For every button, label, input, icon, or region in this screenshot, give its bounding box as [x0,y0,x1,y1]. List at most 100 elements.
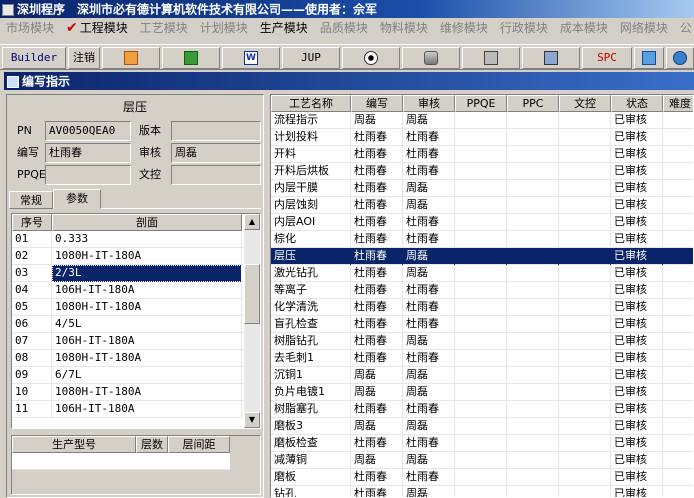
table-cell[interactable]: 已审核 [611,316,663,333]
table-cell[interactable] [507,486,559,497]
menu-item-2[interactable]: 工艺模块 [134,18,194,38]
menu-item-3[interactable]: 计划模块 [194,18,254,38]
col-header-seq[interactable]: 序号 [12,214,52,231]
table-cell[interactable]: 杜雨春 [403,350,455,367]
table-cell[interactable]: 已审核 [611,486,663,497]
table-row[interactable]: 磨板检查 杜雨春 杜雨春 已审核 [271,435,693,452]
table-cell[interactable]: 杜雨春 [351,401,403,418]
profile-cell[interactable]: 6/7L [52,367,242,384]
table-cell[interactable] [663,214,693,231]
table-row[interactable]: 05 1080H-IT-180A [12,299,243,316]
table-cell[interactable] [559,452,611,469]
table-cell[interactable] [663,129,693,146]
col-header[interactable]: 状态 [611,95,663,112]
table-row[interactable]: 化学清洗 杜雨春 杜雨春 已审核 [271,299,693,316]
table-cell[interactable]: 杜雨春 [351,214,403,231]
table-cell[interactable] [663,333,693,350]
table-cell[interactable]: 化学清洗 [271,299,351,316]
table-row[interactable]: 01 0.333 [12,231,243,248]
table-row[interactable]: 负片电镀1 周磊 周磊 已审核 [271,384,693,401]
table-row[interactable]: 树脂塞孔 杜雨春 杜雨春 已审核 [271,401,693,418]
table-cell[interactable] [663,299,693,316]
profile-cell[interactable]: 1080H-IT-180A [52,350,242,367]
col-header[interactable]: 文控 [559,95,611,112]
ppqe-field[interactable] [45,165,131,185]
table-cell[interactable]: 杜雨春 [351,316,403,333]
table-cell[interactable]: 周磊 [351,452,403,469]
table-cell[interactable] [559,265,611,282]
table-cell[interactable] [507,452,559,469]
table-cell[interactable]: 盲孔检查 [271,316,351,333]
col-header[interactable]: PPQE [455,95,507,112]
seq-cell[interactable]: 07 [12,333,52,350]
table-cell[interactable] [559,163,611,180]
table-cell[interactable]: 杜雨春 [403,401,455,418]
table-cell[interactable] [559,418,611,435]
col-header[interactable]: 编写 [351,95,403,112]
table-cell[interactable]: 已审核 [611,197,663,214]
table-cell[interactable]: 内层干膜 [271,180,351,197]
table-row[interactable]: 棕化 杜雨春 杜雨春 已审核 [271,231,693,248]
table-cell[interactable]: 已审核 [611,248,663,265]
table-cell[interactable] [455,435,507,452]
seq-cell[interactable]: 01 [12,231,52,248]
refresh-button[interactable] [634,47,664,69]
table-cell[interactable] [559,248,611,265]
table-cell[interactable] [507,197,559,214]
menu-item-11[interactable]: 公 [674,18,694,38]
table-cell[interactable]: 杜雨春 [351,333,403,350]
database-button[interactable] [402,47,460,69]
table-cell[interactable]: 杜雨春 [351,146,403,163]
table-row[interactable]: 内层AOI 杜雨春 杜雨春 已审核 [271,214,693,231]
table-cell[interactable]: 周磊 [403,486,455,497]
powerpoint-button[interactable] [102,47,160,69]
production-row[interactable] [12,453,230,470]
table-cell[interactable] [559,401,611,418]
table-cell[interactable] [507,435,559,452]
menu-item-8[interactable]: 行政模块 [494,18,554,38]
seq-cell[interactable]: 02 [12,248,52,265]
table-cell[interactable] [455,112,507,129]
table-row[interactable]: 02 1080H-IT-180A [12,248,243,265]
table-cell[interactable]: 杜雨春 [351,469,403,486]
table-cell[interactable] [455,197,507,214]
table-cell[interactable] [455,231,507,248]
table-row[interactable]: 内层干膜 杜雨春 周磊 已审核 [271,180,693,197]
table-row[interactable]: 04 106H-IT-180A [12,282,243,299]
table-cell[interactable] [455,180,507,197]
table-cell[interactable] [455,367,507,384]
table-cell[interactable]: 已审核 [611,231,663,248]
table-cell[interactable] [455,333,507,350]
table-cell[interactable] [507,469,559,486]
table-cell[interactable] [507,367,559,384]
table-cell[interactable]: 周磊 [403,112,455,129]
table-cell[interactable]: 周磊 [403,367,455,384]
table-cell[interactable]: 周磊 [403,265,455,282]
menu-item-0[interactable]: 市场模块 [0,18,60,38]
seq-cell[interactable]: 11 [12,401,52,418]
table-cell[interactable] [455,384,507,401]
seq-cell[interactable]: 03 [12,265,52,282]
table-row[interactable]: 07 106H-IT-180A [12,333,243,350]
col-header[interactable]: 审核 [403,95,455,112]
table-cell[interactable] [559,469,611,486]
table-cell[interactable] [559,146,611,163]
table-cell[interactable] [507,112,559,129]
table-cell[interactable]: 已审核 [611,469,663,486]
table-cell[interactable]: 杜雨春 [403,146,455,163]
table-cell[interactable] [507,231,559,248]
table-cell[interactable] [559,333,611,350]
table-row[interactable]: 开料 杜雨春 杜雨春 已审核 [271,146,693,163]
view-button[interactable] [342,47,400,69]
table-cell[interactable]: 沉铜1 [271,367,351,384]
table-row[interactable]: 钻孔 杜雨春 周磊 已审核 [271,486,693,497]
table-cell[interactable] [559,384,611,401]
table-cell[interactable] [663,248,693,265]
table-cell[interactable]: 周磊 [351,112,403,129]
table-cell[interactable]: 计划投料 [271,129,351,146]
col-header[interactable]: PPC [507,95,559,112]
table-cell[interactable]: 杜雨春 [403,129,455,146]
table-cell[interactable] [663,367,693,384]
table-cell[interactable] [663,163,693,180]
table-cell[interactable] [507,163,559,180]
